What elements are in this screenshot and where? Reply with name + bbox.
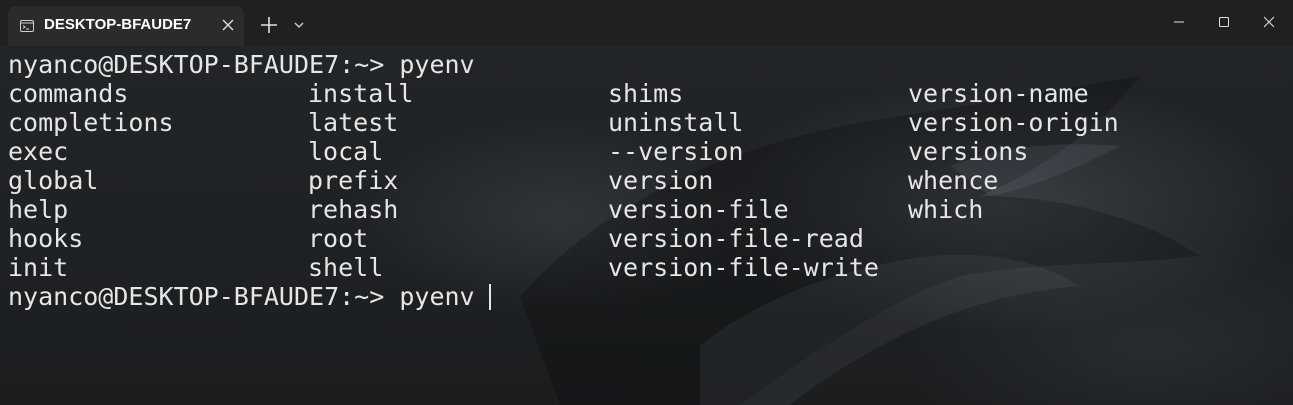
tab-active[interactable]: DESKTOP-BFAUDE7 bbox=[8, 6, 244, 46]
prompt-line-2[interactable]: nyanco@DESKTOP-BFAUDE7:~> pyenv bbox=[8, 282, 490, 311]
text-cursor bbox=[489, 284, 491, 310]
output-cell: uninstall bbox=[608, 108, 744, 137]
output-cell: which bbox=[908, 195, 984, 224]
output-cell: help bbox=[8, 195, 69, 224]
output-cell: commands bbox=[8, 79, 129, 108]
maximize-button[interactable] bbox=[1200, 8, 1246, 36]
tab-title: DESKTOP-BFAUDE7 bbox=[44, 16, 192, 33]
output-cell: shell bbox=[308, 253, 384, 282]
close-tab-icon[interactable] bbox=[220, 15, 236, 35]
output-cell: versions bbox=[908, 137, 1029, 166]
prompt-line-1: nyanco@DESKTOP-BFAUDE7:~> pyenv bbox=[8, 50, 475, 79]
output-cell: completions bbox=[8, 108, 174, 137]
output-cell: root bbox=[308, 224, 369, 253]
output-cell: version-file-read bbox=[608, 224, 864, 253]
terminal-pane[interactable]: nyanco@DESKTOP-BFAUDE7:~> pyenv commands… bbox=[0, 46, 1293, 405]
output-cell: whence bbox=[908, 166, 999, 195]
maximize-icon bbox=[1219, 17, 1229, 27]
output-cell: prefix bbox=[308, 166, 399, 195]
output-cell: version-file-write bbox=[608, 253, 879, 282]
terminal-window: DESKTOP-BFAUDE7 nyanco@DESKTOP-BFAUDE7:~… bbox=[0, 0, 1293, 405]
new-tab-button[interactable] bbox=[258, 14, 280, 36]
output-cell: latest bbox=[308, 108, 399, 137]
command-text: pyenv bbox=[399, 50, 475, 79]
output-cell: exec bbox=[8, 137, 69, 166]
minimize-button[interactable] bbox=[1155, 8, 1201, 36]
output-cell: --version bbox=[608, 137, 744, 166]
close-icon bbox=[1263, 16, 1275, 28]
input-text[interactable]: pyenv bbox=[399, 282, 489, 311]
chevron-down-icon bbox=[294, 22, 304, 28]
output-cell: version-file bbox=[608, 195, 789, 224]
tab-dropdown-button[interactable] bbox=[292, 18, 306, 32]
prompt-text: nyanco@DESKTOP-BFAUDE7:~> bbox=[8, 282, 400, 311]
output-cell: version-name bbox=[908, 79, 1089, 108]
terminal-icon bbox=[20, 19, 34, 32]
output-cell: shims bbox=[608, 79, 684, 108]
prompt-text: nyanco@DESKTOP-BFAUDE7:~> bbox=[8, 50, 400, 79]
output-cell: install bbox=[308, 79, 414, 108]
minimize-icon bbox=[1174, 21, 1184, 23]
title-bar[interactable]: DESKTOP-BFAUDE7 bbox=[0, 0, 1293, 46]
plus-icon bbox=[261, 17, 277, 33]
output-cell: version bbox=[608, 166, 714, 195]
close-window-button[interactable] bbox=[1245, 8, 1291, 36]
output-cell: hooks bbox=[8, 224, 84, 253]
output-cell: rehash bbox=[308, 195, 399, 224]
output-cell: local bbox=[308, 137, 384, 166]
output-cell: init bbox=[8, 253, 69, 282]
output-cell: version-origin bbox=[908, 108, 1119, 137]
output-cell: global bbox=[8, 166, 99, 195]
